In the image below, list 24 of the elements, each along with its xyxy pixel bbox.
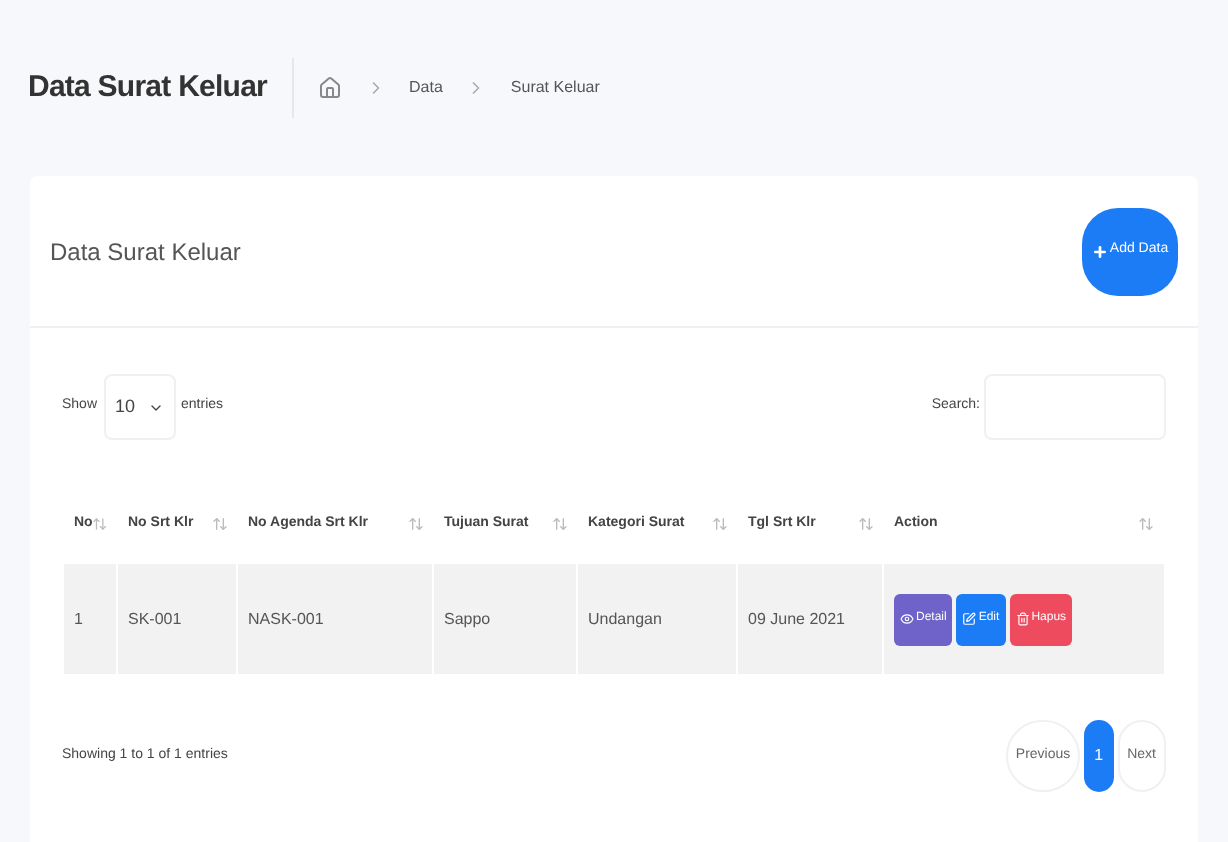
- table-cell: SK-001: [128, 607, 182, 631]
- breadcrumb-item: Surat Keluar: [510, 76, 600, 100]
- edit-icon: [962, 612, 977, 626]
- entries-select[interactable]: 10: [103, 374, 176, 440]
- page-button[interactable]: 1: [1084, 720, 1114, 792]
- trash-icon: [1015, 612, 1030, 626]
- plus-icon: [1091, 243, 1108, 259]
- sort-icon[interactable]: [858, 516, 874, 532]
- sort-icon[interactable]: [712, 516, 728, 532]
- breadcrumb-item[interactable]: Data: [409, 76, 443, 100]
- table-cell: Undangan: [588, 607, 662, 631]
- table-cell: NASK-001: [248, 607, 324, 631]
- table-cell: 09 June 2021: [748, 607, 845, 631]
- eye-icon: [900, 612, 914, 626]
- sort-icon[interactable]: [92, 516, 108, 532]
- card-title: Data Surat Keluar: [50, 235, 241, 269]
- page-title: Data Surat Keluar: [28, 67, 267, 108]
- sort-icon[interactable]: [1138, 516, 1154, 532]
- home-icon[interactable]: [317, 76, 341, 100]
- table-cell: Sappo: [444, 607, 491, 631]
- table-cell: 1: [74, 607, 83, 631]
- sort-icon[interactable]: [408, 516, 424, 532]
- sort-icon[interactable]: [212, 516, 228, 532]
- sort-icon[interactable]: [552, 516, 568, 532]
